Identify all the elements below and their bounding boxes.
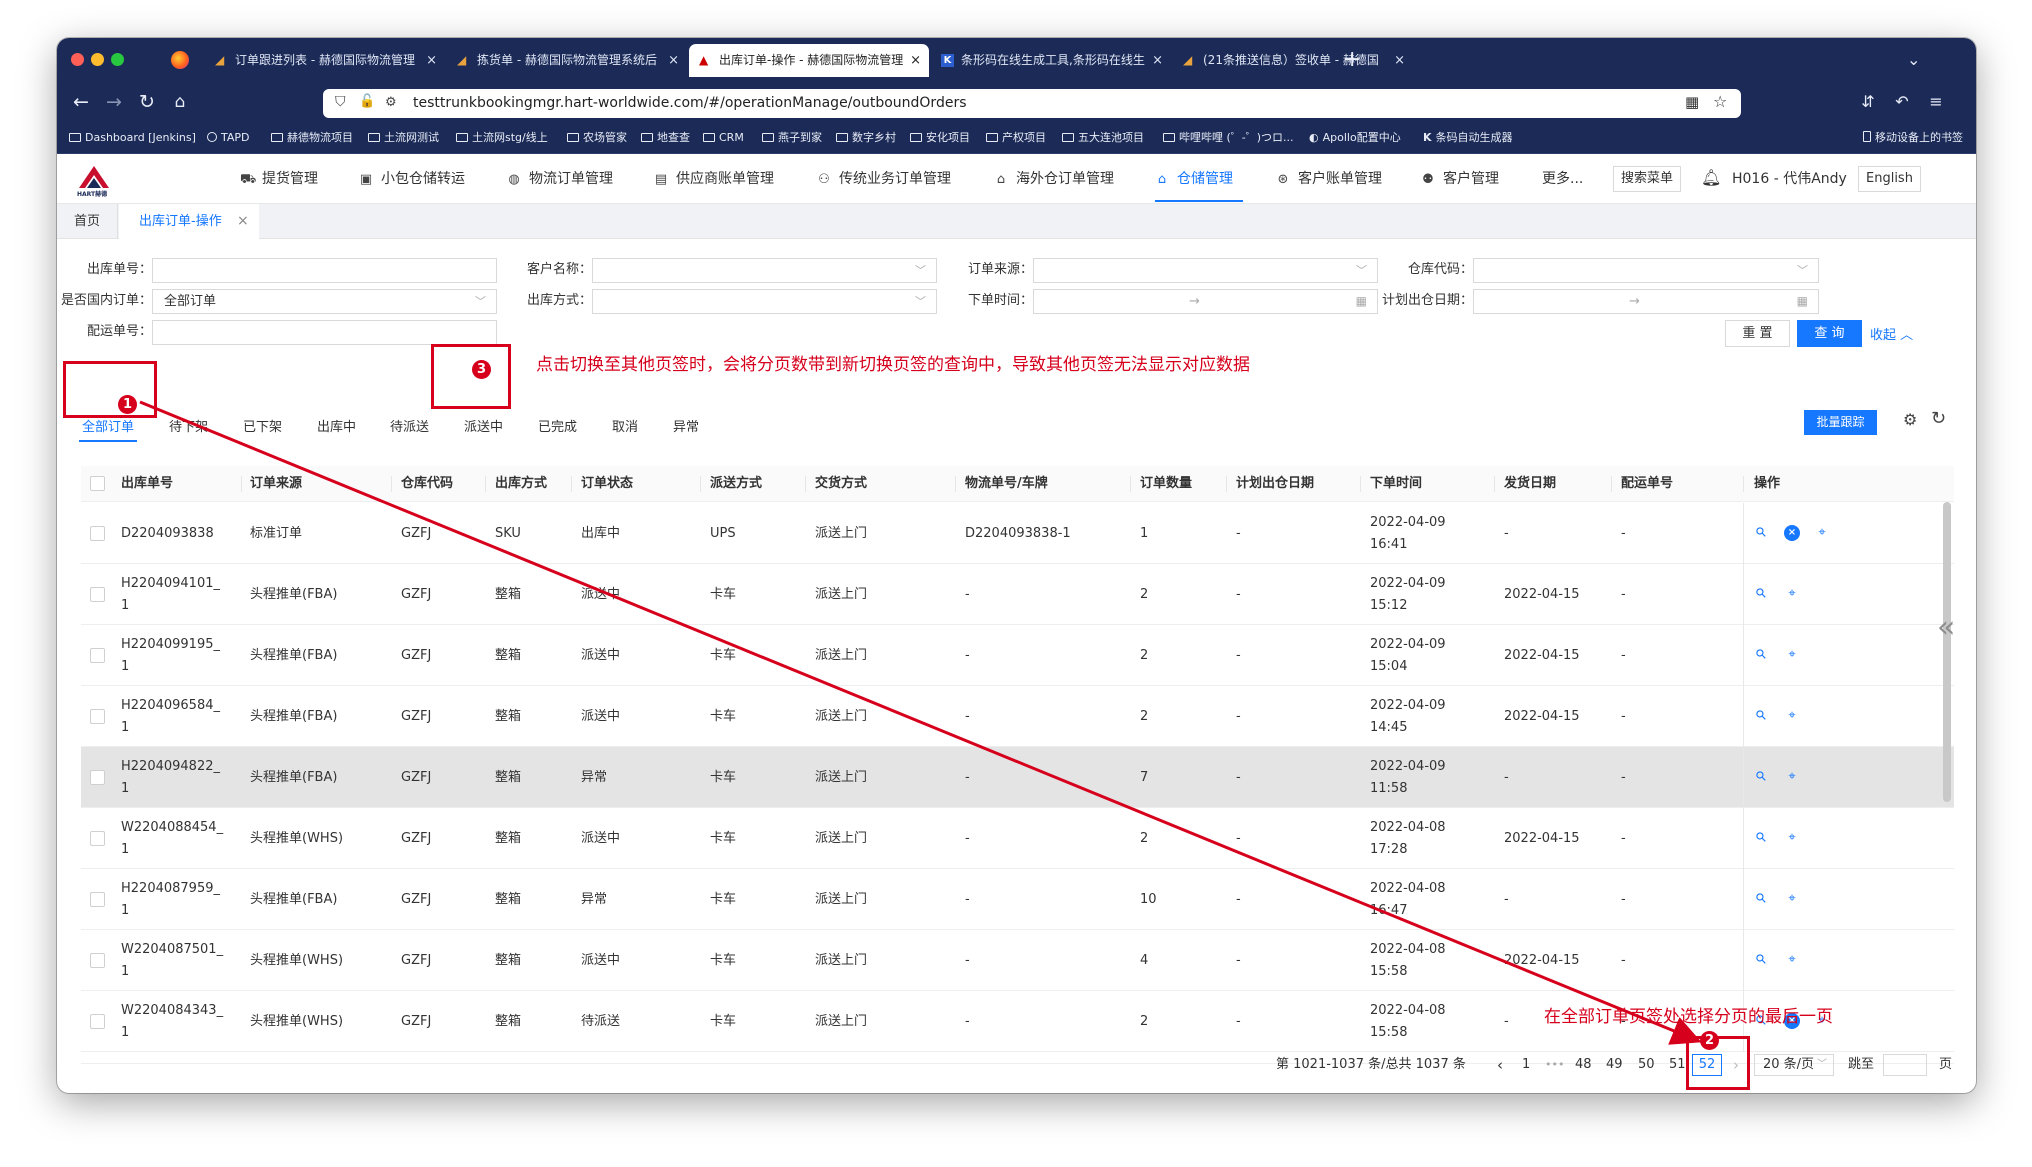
annotation-badge-1: 1 — [118, 395, 137, 414]
annotation-arrow-layer — [139, 400, 1702, 1045]
annotation-arrow — [139, 400, 1702, 1045]
annotation-box-delivering — [431, 344, 511, 409]
screenshot-root: ◢ 订单跟进列表 - 赫德国际物流管理 × ◢ 拣货单 - 赫德国际物流管理系统… — [0, 0, 2032, 1167]
annotation-box-all-orders — [63, 361, 157, 418]
annotation-note-bottom: 在全部订单页签处选择分页的最后一页 — [1544, 1007, 1833, 1027]
annotation-badge-2: 2 — [1700, 1031, 1719, 1050]
annotation-note-top: 点击切换至其他页签时，会将分页数带到新切换页签的查询中，导致其他页签无法显示对应… — [536, 355, 1250, 375]
annotation-badge-3: 3 — [472, 360, 491, 379]
